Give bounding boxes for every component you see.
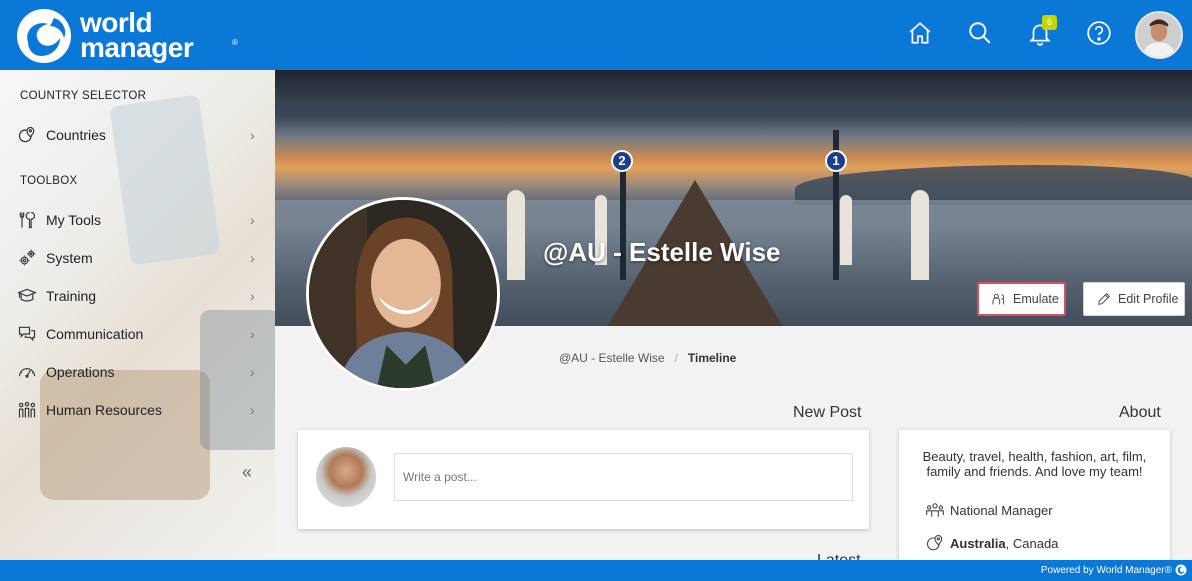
cover-sign: 2 — [611, 150, 633, 172]
logo-registered: ® — [232, 38, 238, 47]
home-icon[interactable] — [905, 18, 935, 48]
training-icon — [16, 285, 38, 307]
sidebar-item-label: System — [46, 250, 93, 266]
notification-badge: 6 — [1042, 15, 1057, 30]
bell-icon[interactable]: 6 — [1025, 15, 1057, 48]
world-manager-mark-icon — [1175, 564, 1187, 576]
cover-post — [911, 190, 929, 280]
logo-mark-icon — [17, 9, 71, 63]
role-icon — [926, 503, 944, 517]
write-post-input[interactable] — [394, 453, 853, 501]
about-role: National Manager — [925, 500, 1053, 520]
sidebar-item-system[interactable]: System › — [0, 241, 275, 275]
profile-photo — [306, 197, 500, 391]
sidebar-item-label: Operations — [46, 364, 115, 380]
gauge-icon — [16, 361, 38, 383]
sidebar-item-label: My Tools — [46, 212, 101, 228]
globe-pin-icon — [16, 124, 38, 146]
cover-post — [840, 195, 852, 265]
chevron-right-icon: › — [250, 364, 255, 380]
sidebar-item-my-tools[interactable]: My Tools › — [0, 203, 275, 237]
profile-cover-name: @AU - Estelle Wise — [543, 237, 781, 267]
sidebar-background-shape — [40, 370, 210, 500]
about-bio: Beauty, travel, health, fashion, art, fi… — [922, 449, 1147, 479]
about-location-primary: Australia — [950, 535, 1006, 551]
about-location: Australia, Canada — [925, 533, 1058, 553]
sidebar-item-communication[interactable]: Communication › — [0, 317, 275, 351]
sidebar-item-label: Training — [46, 288, 97, 304]
cover-pier-top — [275, 70, 1192, 104]
sidebar-item-label: Communication — [46, 326, 144, 342]
chat-icon — [16, 323, 38, 345]
about-card: Beauty, travel, health, fashion, art, fi… — [899, 430, 1170, 570]
cover-hills — [795, 165, 1192, 205]
post-avatar — [316, 447, 376, 507]
breadcrumb: @AU - Estelle Wise / Timeline — [559, 351, 736, 365]
chevron-right-icon: › — [250, 402, 255, 418]
footer-text: Powered by World Manager® — [1040, 565, 1172, 576]
about-location-secondary: , Canada — [1005, 535, 1059, 551]
logo-line2: manager — [80, 32, 194, 63]
sidebar-item-countries[interactable]: Countries › — [0, 118, 275, 152]
world-manager-logo[interactable]: world manager ® — [14, 8, 238, 64]
footer: Powered by World Manager® — [0, 560, 1192, 581]
sidebar-section-title: TOOLBOX — [20, 175, 78, 187]
gears-icon — [16, 247, 38, 269]
emulate-button[interactable]: Emulate — [977, 282, 1066, 316]
breadcrumb-separator: / — [674, 351, 678, 365]
sidebar-item-training[interactable]: Training › — [0, 279, 275, 313]
user-avatar[interactable] — [1135, 11, 1183, 59]
collapse-sidebar-button[interactable]: « — [242, 462, 252, 483]
cover-sign: 1 — [825, 150, 847, 172]
chevron-right-icon: › — [250, 127, 255, 143]
profile-photo-image — [309, 200, 497, 388]
chevron-right-icon: › — [250, 288, 255, 304]
pencil-icon — [1098, 293, 1110, 305]
breadcrumb-current: Timeline — [687, 351, 737, 365]
about-title: About — [1119, 404, 1161, 421]
about-role-label: National Manager — [950, 502, 1053, 518]
cover-post — [507, 190, 525, 280]
chevron-right-icon: › — [250, 326, 255, 342]
top-bar: world manager ® 6 — [0, 0, 1192, 70]
chevron-right-icon: › — [250, 212, 255, 228]
user-avatar-image — [1137, 13, 1181, 57]
sidebar-item-label: Countries — [46, 127, 106, 143]
people-icon — [16, 399, 38, 421]
edit-profile-button[interactable]: Edit Profile — [1083, 282, 1185, 316]
edit-profile-label: Edit Profile — [1118, 292, 1179, 306]
logo-text: world manager — [80, 9, 194, 63]
new-post-title: New Post — [793, 404, 862, 421]
emulate-icon — [992, 293, 1005, 305]
help-icon[interactable] — [1084, 18, 1114, 48]
sidebar-item-human-resources[interactable]: Human Resources › — [0, 393, 275, 427]
new-post-card — [298, 430, 869, 529]
search-icon[interactable] — [965, 18, 995, 48]
breadcrumb-user[interactable]: @AU - Estelle Wise — [559, 351, 665, 365]
sidebar-item-label: Human Resources — [46, 402, 162, 418]
globe-pin-icon — [926, 534, 943, 551]
emulate-label: Emulate — [1013, 292, 1059, 306]
chevron-right-icon: › — [250, 250, 255, 266]
tools-icon — [16, 209, 38, 231]
sidebar-section-title: COUNTRY SELECTOR — [20, 90, 147, 102]
sidebar-item-operations[interactable]: Operations › — [0, 355, 275, 389]
